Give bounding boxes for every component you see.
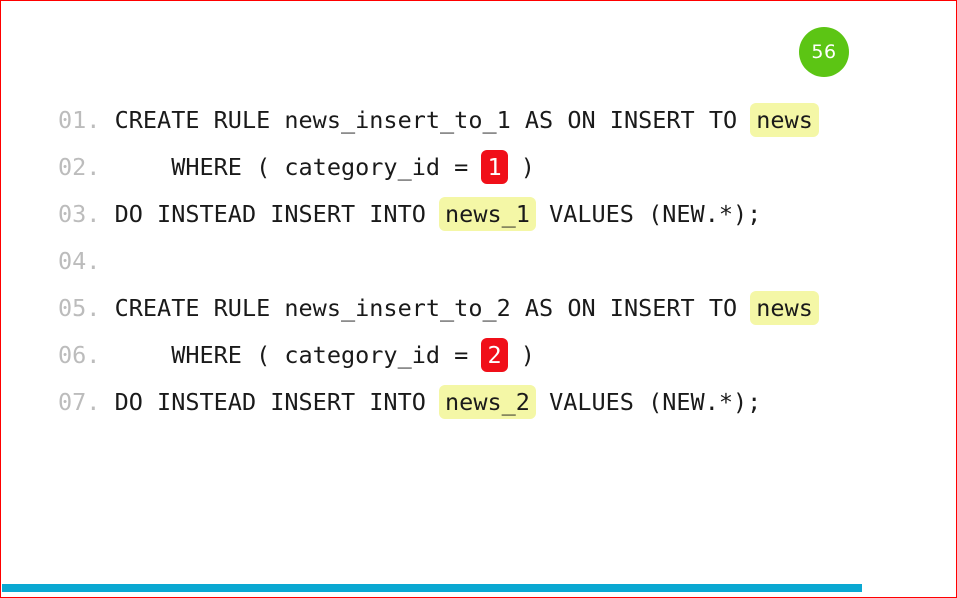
code-token-highlight-value: 2 bbox=[481, 338, 508, 372]
page-number-badge: 56 bbox=[799, 27, 849, 77]
code-token-text: CREATE RULE news_insert_to_2 AS ON INSER… bbox=[114, 294, 752, 322]
code-token-highlight-table: news_1 bbox=[439, 197, 536, 231]
code-token-text: CREATE RULE news_insert_to_1 AS ON INSER… bbox=[114, 106, 752, 134]
slide-progress-track[interactable] bbox=[2, 584, 956, 592]
code-token-text: ) bbox=[506, 153, 535, 181]
slide-progress-fill bbox=[2, 584, 862, 592]
code-block: 01. CREATE RULE news_insert_to_1 AS ON I… bbox=[1, 97, 956, 426]
code-gutter-gap bbox=[100, 153, 114, 181]
code-line-number: 05. bbox=[58, 294, 101, 322]
code-token-text: DO INSTEAD INSERT INTO bbox=[114, 200, 441, 228]
slide-canvas: 56 01. CREATE RULE news_insert_to_1 AS O… bbox=[0, 0, 957, 598]
code-gutter-gap bbox=[100, 200, 114, 228]
code-line: 07. DO INSTEAD INSERT INTO news_2 VALUES… bbox=[1, 379, 956, 426]
code-line: 03. DO INSTEAD INSERT INTO news_1 VALUES… bbox=[1, 191, 956, 238]
code-token-highlight-table: news_2 bbox=[439, 385, 536, 419]
code-gutter-gap bbox=[100, 247, 114, 275]
code-token-text: VALUES (NEW.*); bbox=[534, 388, 762, 416]
code-line-number: 04. bbox=[58, 247, 101, 275]
code-line-number: 06. bbox=[58, 341, 101, 369]
code-line: 02. WHERE ( category_id = 1 ) bbox=[1, 144, 956, 191]
code-token-text: DO INSTEAD INSERT INTO bbox=[114, 388, 441, 416]
code-line: 06. WHERE ( category_id = 2 ) bbox=[1, 332, 956, 379]
code-gutter-gap bbox=[100, 341, 114, 369]
code-gutter-gap bbox=[100, 106, 114, 134]
code-token-text: ) bbox=[506, 341, 535, 369]
code-token-text: WHERE ( category_id = bbox=[114, 341, 483, 369]
code-token-highlight-table: news bbox=[750, 291, 819, 325]
code-gutter-gap bbox=[100, 294, 114, 322]
code-token-text: VALUES (NEW.*); bbox=[534, 200, 762, 228]
code-gutter-gap bbox=[100, 388, 114, 416]
code-line-number: 07. bbox=[58, 388, 101, 416]
code-line: 01. CREATE RULE news_insert_to_1 AS ON I… bbox=[1, 97, 956, 144]
code-token-highlight-table: news bbox=[750, 103, 819, 137]
code-token-text: WHERE ( category_id = bbox=[114, 153, 483, 181]
code-token-highlight-value: 1 bbox=[481, 150, 508, 184]
code-line-number: 02. bbox=[58, 153, 101, 181]
code-line-number: 01. bbox=[58, 106, 101, 134]
code-line: 05. CREATE RULE news_insert_to_2 AS ON I… bbox=[1, 285, 956, 332]
code-line: 04. bbox=[1, 238, 956, 285]
code-line-number: 03. bbox=[58, 200, 101, 228]
